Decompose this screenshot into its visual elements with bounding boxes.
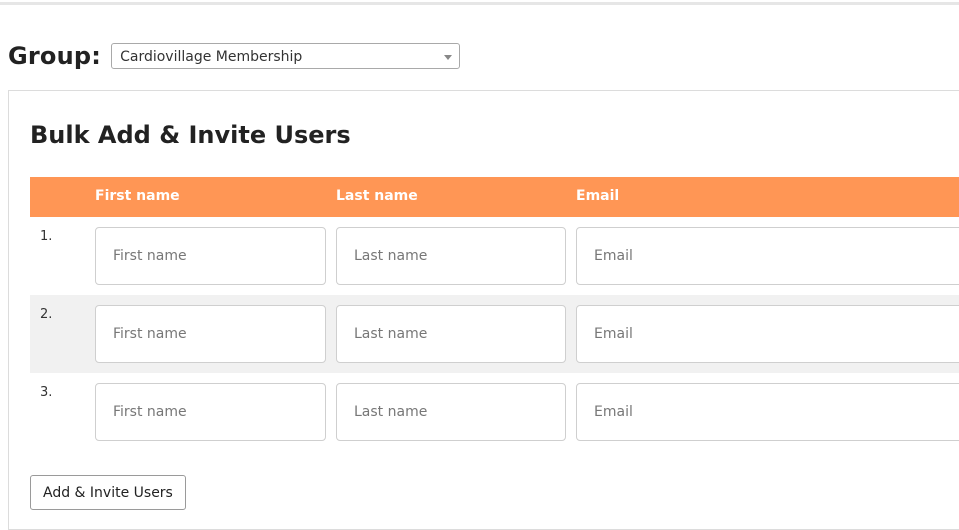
invite-table: First name Last name Email 1. 2. 3. xyxy=(30,177,959,451)
table-row: 3. xyxy=(30,373,959,451)
last-name-input[interactable] xyxy=(336,305,566,363)
table-row: 1. xyxy=(30,217,959,295)
bulk-invite-panel: Bulk Add & Invite Users First name Last … xyxy=(8,90,959,530)
column-header-last-name: Last name xyxy=(336,188,418,204)
top-divider xyxy=(0,2,959,5)
first-name-input[interactable] xyxy=(95,383,326,441)
table-row: 2. xyxy=(30,295,959,373)
row-number: 1. xyxy=(40,229,53,244)
panel-title: Bulk Add & Invite Users xyxy=(30,121,351,149)
table-header: First name Last name Email xyxy=(30,177,959,217)
email-input[interactable] xyxy=(576,305,959,363)
group-select[interactable]: Cardiovillage Membership xyxy=(111,43,461,69)
add-invite-users-button[interactable]: Add & Invite Users xyxy=(30,475,186,510)
group-selector-row: Group: Cardiovillage Membership xyxy=(8,42,461,70)
last-name-input[interactable] xyxy=(336,383,566,441)
chevron-down-icon xyxy=(444,55,453,60)
row-number: 3. xyxy=(40,385,53,400)
last-name-input[interactable] xyxy=(336,227,566,285)
first-name-input[interactable] xyxy=(95,227,326,285)
email-input[interactable] xyxy=(576,227,959,285)
group-label: Group: xyxy=(8,42,102,70)
row-number: 2. xyxy=(40,307,53,322)
group-select-value: Cardiovillage Membership xyxy=(120,49,303,65)
first-name-input[interactable] xyxy=(95,305,326,363)
email-input[interactable] xyxy=(576,383,959,441)
column-header-first-name: First name xyxy=(95,188,180,204)
column-header-email: Email xyxy=(576,188,620,204)
